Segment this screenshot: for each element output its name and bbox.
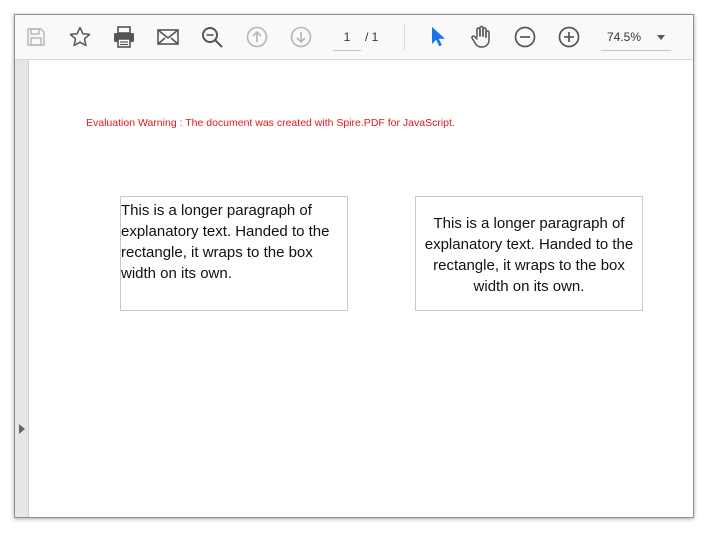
page-number-input[interactable]: 1 — [333, 24, 361, 51]
zoom-in-icon — [558, 26, 580, 48]
toolbar-divider — [404, 24, 405, 50]
document-page: Evaluation Warning : The document was cr… — [29, 60, 693, 517]
previous-page-button[interactable] — [242, 23, 272, 51]
text-box-center-aligned: This is a longer paragraph of explanator… — [415, 196, 643, 311]
sidebar-panel — [15, 60, 29, 517]
search-icon — [202, 27, 223, 48]
evaluation-warning: Evaluation Warning : The document was cr… — [86, 117, 455, 129]
mail-icon — [157, 29, 179, 45]
sidebar-expand-icon[interactable] — [17, 422, 27, 436]
toolbar: 1 / 1 74.5% — [15, 15, 693, 60]
print-button[interactable] — [109, 23, 139, 51]
cursor-icon — [432, 27, 445, 47]
zoom-out-icon — [514, 26, 536, 48]
select-tool-button[interactable] — [422, 23, 452, 51]
arrow-up-icon — [246, 26, 268, 48]
save-icon — [27, 28, 45, 46]
print-icon — [114, 26, 134, 48]
pdf-viewer-window: 1 / 1 74.5% Evaluation Warning: The doc… — [14, 14, 694, 518]
hand-icon — [471, 25, 490, 48]
zoom-in-button[interactable] — [554, 23, 584, 51]
email-button[interactable] — [153, 23, 183, 51]
zoom-out-button[interactable] — [510, 23, 540, 51]
save-button[interactable] — [21, 23, 51, 51]
search-button[interactable] — [197, 23, 227, 51]
zoom-select[interactable]: 74.5% — [601, 24, 671, 51]
chevron-down-icon — [657, 35, 665, 40]
zoom-level: 74.5% — [607, 30, 642, 44]
page-total: / 1 — [365, 30, 379, 44]
hand-tool-button[interactable] — [466, 23, 496, 51]
text-box-left-aligned: This is a longer paragraph of explanator… — [120, 196, 348, 311]
bookmark-button[interactable] — [65, 23, 95, 51]
arrow-down-icon — [290, 26, 312, 48]
star-icon — [69, 26, 91, 47]
next-page-button[interactable] — [286, 23, 316, 51]
